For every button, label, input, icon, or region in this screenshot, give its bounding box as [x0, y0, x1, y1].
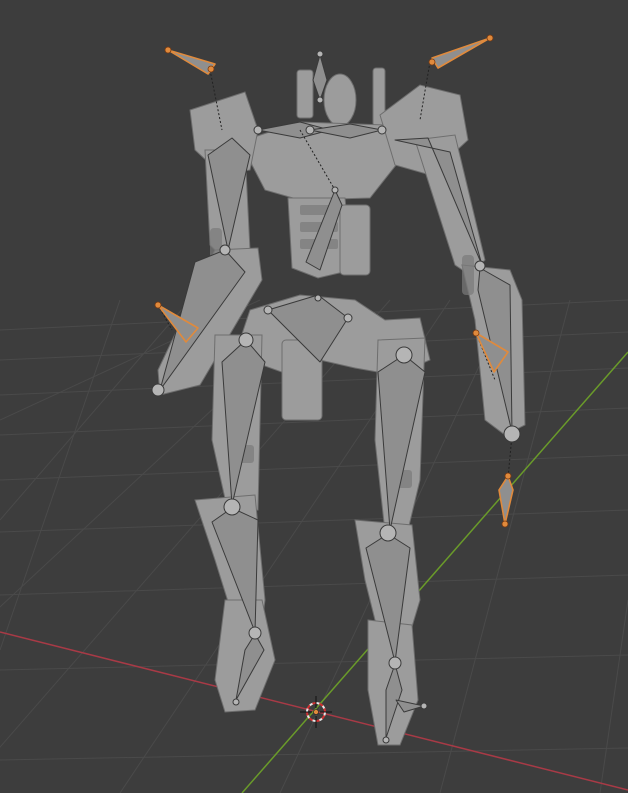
viewport-canvas[interactable]	[0, 0, 628, 793]
mesh-antenna-left[interactable]	[296, 69, 314, 119]
joint-pole-right-head[interactable]	[486, 34, 494, 42]
joint-ankle-right[interactable]	[388, 656, 402, 670]
joint-spine-top[interactable]	[331, 186, 339, 194]
joint-toe-right[interactable]	[382, 736, 390, 744]
world-origin-point	[313, 709, 319, 715]
joint-chest[interactable]	[305, 125, 315, 135]
joint-knee-left[interactable]	[223, 498, 241, 516]
joint-wrist-left[interactable]	[151, 383, 165, 397]
joint-ankle-left[interactable]	[248, 626, 262, 640]
joint-knee-right[interactable]	[379, 524, 397, 542]
joint-pole-left-tail[interactable]	[207, 65, 215, 73]
joint-toe-right-tip[interactable]	[420, 702, 428, 710]
joint-hip-left-root[interactable]	[263, 305, 273, 315]
mesh-head[interactable]	[323, 73, 357, 127]
joint-wrist-right[interactable]	[503, 425, 521, 443]
joint-ik-foot-tail[interactable]	[501, 520, 509, 528]
joint-elbow-left[interactable]	[219, 244, 231, 256]
joint-ik-left-head[interactable]	[154, 301, 162, 309]
joint-hip-left[interactable]	[238, 332, 254, 348]
joint-ik-right-head[interactable]	[472, 329, 480, 337]
bone-pole-target-right-arm[interactable]	[431, 37, 491, 69]
mesh-side-panel[interactable]	[339, 204, 371, 276]
joint-hip-right[interactable]	[395, 346, 413, 364]
joint-pole-right-tail[interactable]	[428, 58, 436, 66]
bone-ik-target-right-foot[interactable]	[498, 475, 514, 525]
3d-viewport[interactable]	[0, 0, 628, 793]
joint-ik-foot-head[interactable]	[504, 472, 512, 480]
joint-shoulder-left[interactable]	[253, 125, 263, 135]
joint-hip-center[interactable]	[314, 294, 322, 302]
joint-toe-left[interactable]	[232, 698, 240, 706]
joint-pole-left-head[interactable]	[164, 46, 172, 54]
joint-shoulder-right[interactable]	[377, 125, 387, 135]
joint-hip-right-root[interactable]	[343, 313, 353, 323]
joint-elbow-right[interactable]	[474, 260, 486, 272]
joint-head-top[interactable]	[316, 50, 324, 58]
mesh-chest[interactable]	[244, 121, 401, 201]
joint-neck[interactable]	[316, 96, 324, 104]
